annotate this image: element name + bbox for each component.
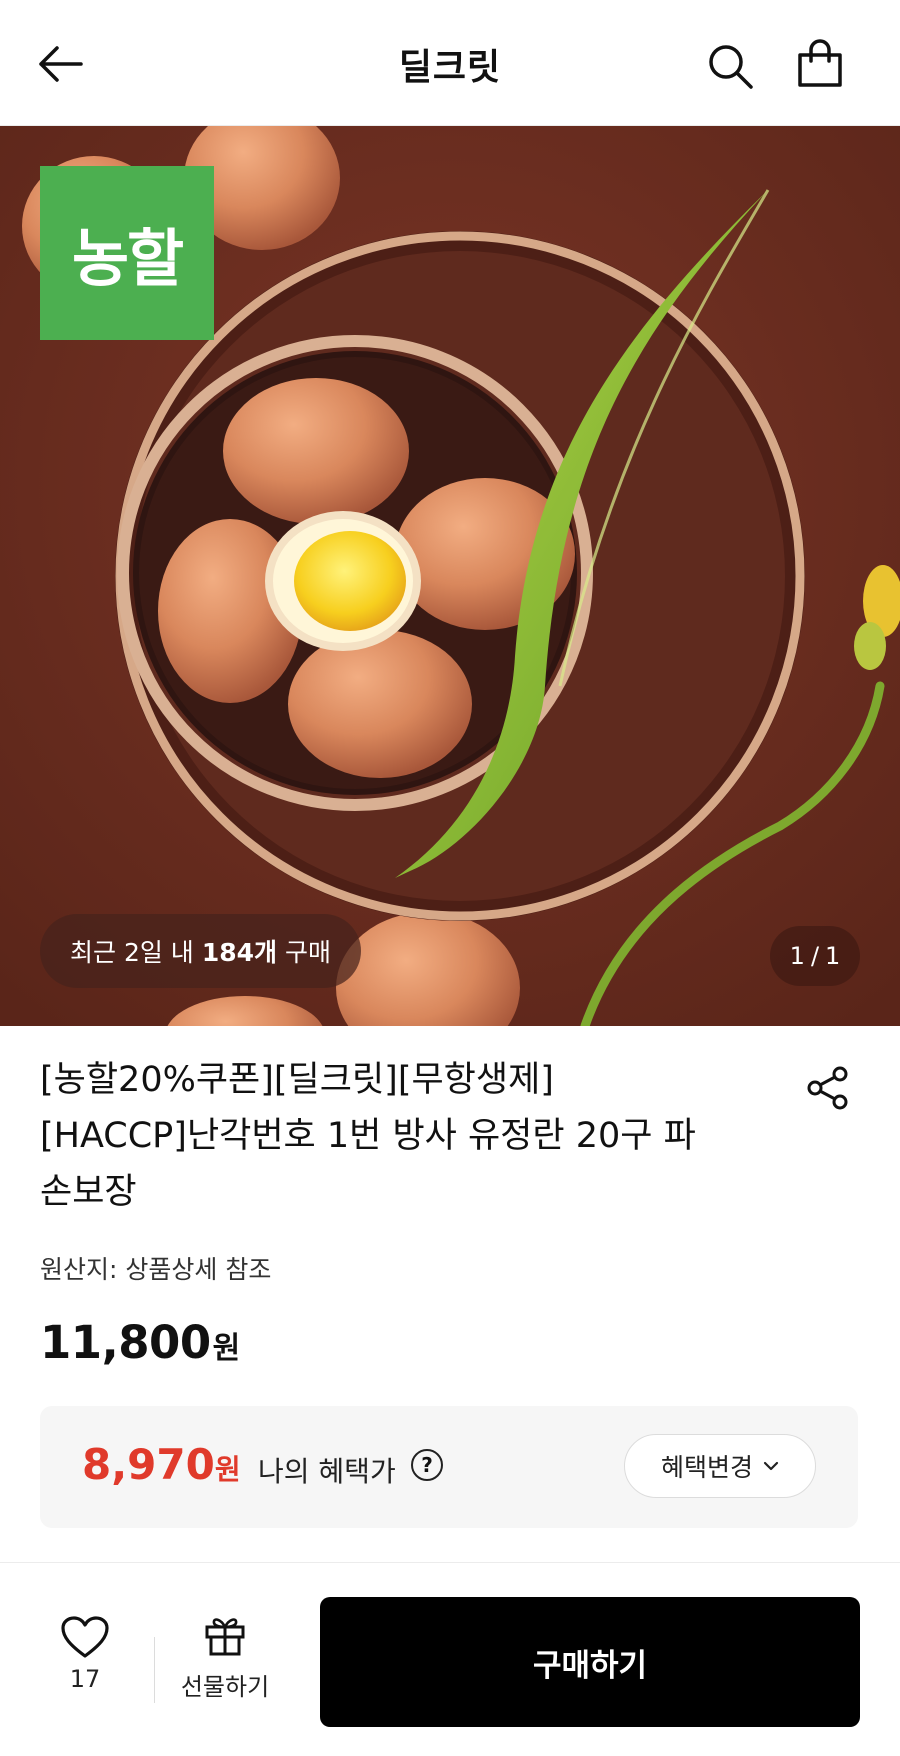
share-icon <box>807 1066 848 1110</box>
recent-purchase-badge: 최근 2일 내 184개 구매 <box>40 914 362 988</box>
search-icon <box>709 45 753 89</box>
back-button[interactable] <box>32 36 88 92</box>
top-header: 딜크릿 <box>0 0 900 126</box>
page-total: 1 <box>825 942 841 970</box>
brand-logo: 농할 <box>40 166 214 340</box>
recent-count: 184개 <box>201 938 277 967</box>
cart-button[interactable] <box>790 34 850 94</box>
gift-label: 선물하기 <box>180 1673 270 1701</box>
benefit-price: 8,970원 <box>82 1440 241 1489</box>
product-title: [농할20%쿠폰][딜크릿][무항생제] [HACCP]난각번호 1번 방사 유… <box>40 1052 780 1220</box>
product-image-carousel[interactable]: 농할 최근 2일 내 184개 구매 1 / 1 <box>0 126 900 1026</box>
bottom-action-bar: 17 선물하기 구매하기 <box>0 1562 900 1756</box>
benefit-price-box: 8,970원 나의 혜택가 ? 혜택변경 <box>40 1406 858 1528</box>
like-count: 17 <box>69 1665 101 1693</box>
origin-info: 원산지: 상품상세 참조 <box>40 1255 272 1284</box>
product-price: 11,800원 <box>40 1316 240 1369</box>
gift-icon <box>205 1618 245 1656</box>
chevron-down-icon <box>763 1461 779 1471</box>
benefit-price-value: 8,970 <box>82 1440 215 1489</box>
recent-suffix: 구매 <box>285 938 332 967</box>
product-title-line: [HACCP]난각번호 1번 방사 유정란 20구 파 <box>40 1116 696 1156</box>
help-icon[interactable]: ? <box>411 1449 443 1481</box>
search-button[interactable] <box>700 36 760 96</box>
gift-button[interactable]: 선물하기 <box>170 1613 280 1717</box>
image-page-indicator: 1 / 1 <box>770 926 860 986</box>
divider <box>154 1637 155 1703</box>
share-button[interactable] <box>800 1060 856 1116</box>
shopping-bag-icon <box>798 39 842 87</box>
product-title-line: [농할20%쿠폰][딜크릿][무항생제] <box>40 1060 554 1100</box>
page-title: 딜크릿 <box>398 47 502 88</box>
price-unit: 원 <box>212 1331 241 1366</box>
buy-button[interactable]: 구매하기 <box>320 1597 860 1727</box>
like-button[interactable]: 17 <box>40 1615 130 1715</box>
product-title-line: 손보장 <box>40 1172 137 1212</box>
price-value: 11,800 <box>40 1316 211 1369</box>
arrow-left-icon <box>39 46 83 82</box>
benefit-price-unit: 원 <box>214 1453 241 1486</box>
change-benefit-button[interactable]: 혜택변경 <box>624 1434 816 1498</box>
page-separator: / <box>810 942 820 970</box>
recent-prefix: 최근 2일 내 <box>70 938 194 967</box>
benefit-label: 나의 혜택가 <box>258 1455 396 1488</box>
page-current: 1 <box>789 942 805 970</box>
change-benefit-label: 혜택변경 <box>660 1453 753 1482</box>
heart-icon <box>61 1616 109 1658</box>
